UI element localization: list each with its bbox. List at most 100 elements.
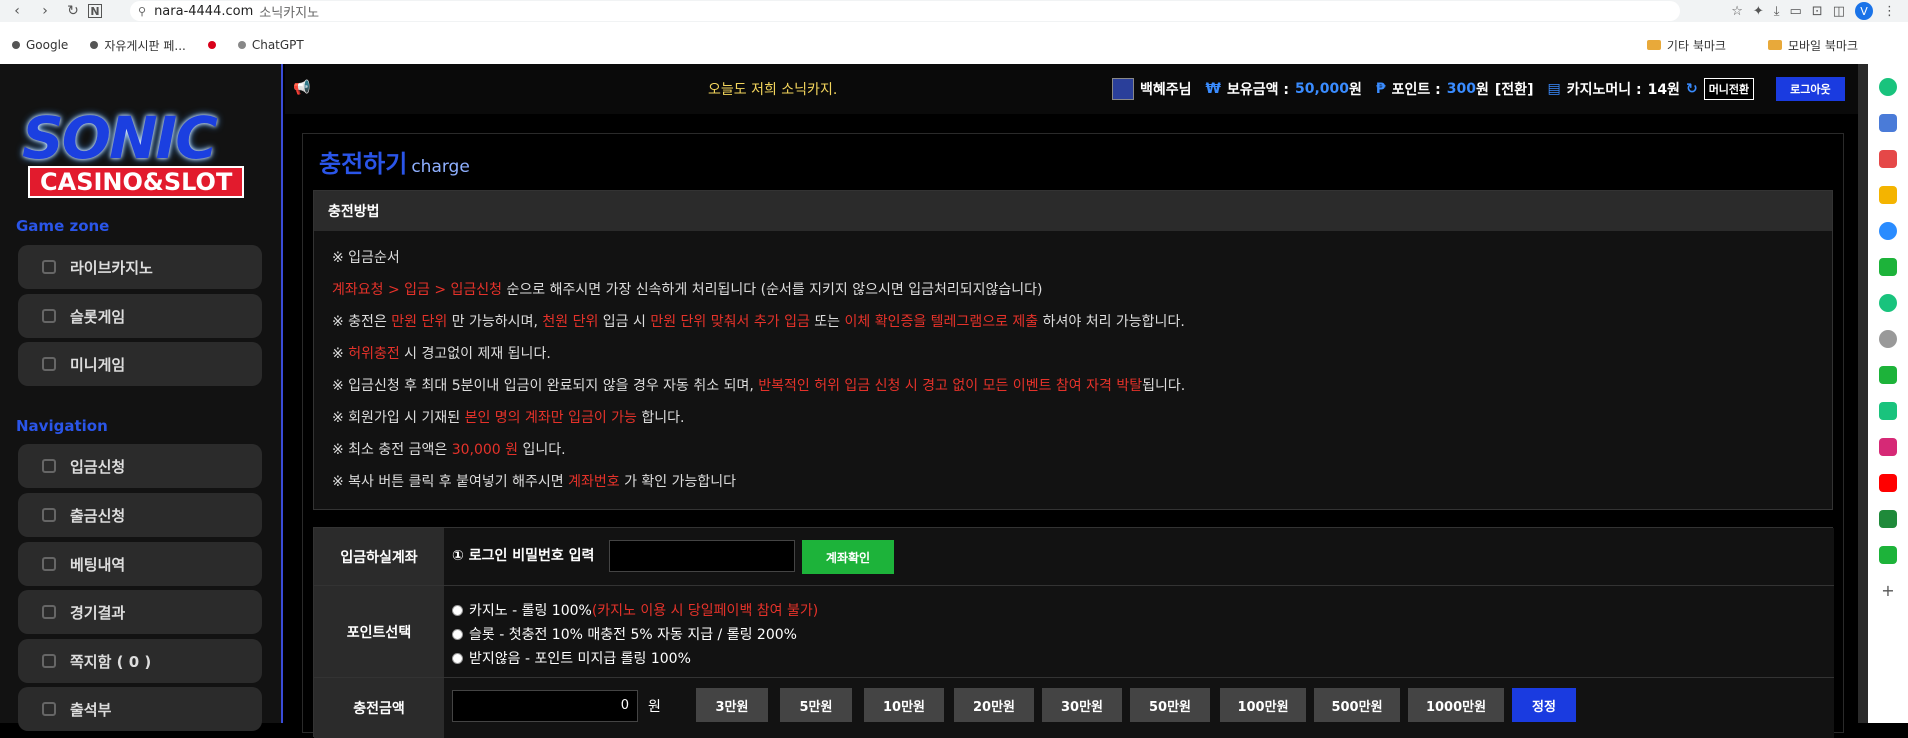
google-icon xyxy=(12,41,20,49)
sidebar-item-messages[interactable]: 쪽지함 ( 0 ) xyxy=(18,639,262,683)
password-input[interactable] xyxy=(609,540,795,572)
sidebar-item-slot[interactable]: 슬롯게임 xyxy=(18,294,262,338)
site-logo[interactable]: SONIC CASINO&SLOT xyxy=(12,104,262,214)
back-icon[interactable]: ‹ xyxy=(6,0,28,22)
extension-bag2-icon[interactable] xyxy=(1879,546,1897,564)
point-icon: ₱ xyxy=(1375,81,1386,97)
radio-button[interactable] xyxy=(452,628,463,640)
balance-label: 보유금액 : xyxy=(1226,82,1289,98)
megaphone-icon: 📢 xyxy=(293,80,311,96)
profile-avatar[interactable]: V xyxy=(1855,2,1873,20)
page-title: 충전하기 charge xyxy=(319,150,470,178)
sidebar-item-minigame[interactable]: 미니게임 xyxy=(18,342,262,386)
logout-button[interactable]: 로그아웃 xyxy=(1776,77,1845,101)
url-host: nara-4444.com xyxy=(154,3,254,19)
amount-50k-button[interactable]: 5만원 xyxy=(780,688,852,722)
extension-chart-icon[interactable] xyxy=(1879,510,1897,528)
extensions-icon[interactable]: ✦ xyxy=(1753,4,1764,19)
extension-play-circle-icon[interactable] xyxy=(1879,294,1897,312)
amount-100k-button[interactable]: 10만원 xyxy=(864,688,944,722)
point-unit: 원 xyxy=(1476,82,1489,98)
method-line: ※ 입금신청 후 최대 5분이내 입금이 완료되지 않을 경우 자동 취소 되며… xyxy=(332,378,1186,394)
page-scrollbar[interactable] xyxy=(1858,64,1868,723)
game-zone-title: Game zone xyxy=(16,217,110,235)
screenshot-icon[interactable]: ⊡ xyxy=(1812,4,1823,19)
bookmark-google[interactable]: Google xyxy=(12,38,68,52)
radio-button[interactable] xyxy=(452,652,463,664)
point-option-slot[interactable]: 슬롯 - 첫충전 10% 매충전 5% 자동 지급 / 롤링 200% xyxy=(452,624,797,644)
bookmark-freeboard[interactable]: 자유게시판 페... xyxy=(90,37,186,54)
reset-button[interactable]: 정정 xyxy=(1512,688,1576,722)
point-option-none[interactable]: 받지않음 - 포인트 미지급 롤링 100% xyxy=(452,648,691,668)
method-line: ※ 허위충전 시 경고없이 제재 됩니다. xyxy=(332,346,551,362)
extension-bot-icon[interactable] xyxy=(1879,330,1897,348)
point-convert-link[interactable]: [전환] xyxy=(1495,79,1534,99)
avatar xyxy=(1112,78,1134,100)
youtube-icon[interactable] xyxy=(1879,474,1897,492)
amount-500k-button[interactable]: 50만원 xyxy=(1130,688,1210,722)
bookmark-chatgpt[interactable]: ChatGPT xyxy=(237,38,304,52)
refresh-icon[interactable]: ↻ xyxy=(1686,81,1698,97)
folder-icon xyxy=(1767,40,1782,50)
money-convert-button[interactable]: 머니전환 xyxy=(1703,78,1755,100)
amount-1m-button[interactable]: 100만원 xyxy=(1220,688,1306,722)
bookmark-folder-mobile[interactable]: 모바일 북마크 xyxy=(1767,37,1858,54)
minigame-icon xyxy=(42,357,56,371)
trophy-icon xyxy=(42,605,56,619)
radio-button[interactable] xyxy=(452,604,463,616)
extension-star-icon[interactable] xyxy=(1879,186,1897,204)
sidebar-item-bet-history[interactable]: 베팅내역 xyxy=(18,542,262,586)
amount-30k-button[interactable]: 3만원 xyxy=(696,688,768,722)
extension-edge-icon[interactable] xyxy=(1879,222,1897,240)
casino-money-label: 카지노머니 : xyxy=(1566,82,1642,98)
sidebar-item-live-casino[interactable]: 라이브카지노 xyxy=(18,245,262,289)
point-value: 300 xyxy=(1446,81,1477,97)
deposit-form: 입금하실계좌 ① 로그인 비밀번호 입력 계좌확인 포인트선택 카지노 - 롤링… xyxy=(313,527,1834,738)
split-view-icon[interactable]: ◫ xyxy=(1833,4,1845,19)
amount-300k-button[interactable]: 30만원 xyxy=(1042,688,1122,722)
bookmark-folder-other[interactable]: 기타 북마크 xyxy=(1646,37,1726,54)
extension-n-icon[interactable]: N xyxy=(88,4,102,18)
amount-200k-button[interactable]: 20만원 xyxy=(954,688,1034,722)
main-panel: 충전하기 charge 충전방법 ※ 입금순서 계좌요청 > 입금 > 입금신청 … xyxy=(302,133,1844,738)
amount-5m-button[interactable]: 500만원 xyxy=(1314,688,1400,722)
site-info-icon[interactable]: ⚲ xyxy=(138,5,146,18)
point-label: 포인트 : xyxy=(1391,82,1441,98)
sidebar-item-results[interactable]: 경기결과 xyxy=(18,590,262,634)
bookmark-star-icon[interactable]: ☆ xyxy=(1731,4,1743,19)
extension-bag-icon[interactable] xyxy=(1879,114,1897,132)
extension-green-circle-icon[interactable] xyxy=(1879,78,1897,96)
instagram-icon[interactable] xyxy=(1879,438,1897,456)
red-dot-icon xyxy=(207,41,216,49)
reload-icon[interactable]: ↻ xyxy=(62,0,84,22)
amount-input[interactable]: 0 xyxy=(452,690,638,722)
bookmark-red[interactable] xyxy=(207,41,216,49)
notice-marquee: 오늘도 저희 소닉카지. xyxy=(708,82,838,98)
download-icon[interactable]: ⤓ xyxy=(1774,4,1780,19)
deposit-method-box: 충전방법 ※ 입금순서 계좌요청 > 입금 > 입금신청 순으로 해주시면 가장… xyxy=(313,190,1833,510)
address-bar[interactable]: ⚲ nara-4444.com 소닉카지노 xyxy=(130,1,1680,21)
browser-side-panel: + xyxy=(1868,64,1908,723)
amount-label: 충전금액 xyxy=(314,678,444,738)
sidebar-item-attendance[interactable]: 출석부 xyxy=(18,687,262,731)
casino-icon xyxy=(42,260,56,274)
logo-casino-text: CASINO&SLOT xyxy=(28,166,245,198)
cast-icon[interactable]: ▭ xyxy=(1790,4,1802,19)
extension-line-icon[interactable] xyxy=(1879,366,1897,384)
extension-play-icon[interactable] xyxy=(1879,402,1897,420)
account-check-button[interactable]: 계좌확인 xyxy=(802,540,894,574)
point-select-label: 포인트선택 xyxy=(314,586,444,677)
amount-10m-button[interactable]: 1000만원 xyxy=(1408,688,1504,722)
extension-sheet-icon[interactable] xyxy=(1879,258,1897,276)
menu-icon[interactable]: ⋮ xyxy=(1883,4,1896,19)
sidebar-item-deposit[interactable]: 입금신청 xyxy=(18,444,262,488)
forward-icon[interactable]: › xyxy=(34,0,56,22)
sidebar-item-withdraw[interactable]: 출금신청 xyxy=(18,493,262,537)
point-option-casino[interactable]: 카지노 - 롤링 100% (카지노 이용 시 당일페이백 참여 불가) xyxy=(452,600,818,620)
add-icon[interactable]: + xyxy=(1879,582,1897,600)
extension-pocket-icon[interactable] xyxy=(1879,150,1897,168)
balance-unit: 원 xyxy=(1349,82,1362,98)
wallet-icon xyxy=(42,508,56,522)
amount-unit: 원 xyxy=(648,699,661,715)
browser-toolbar: ‹ › ↻ N ⚲ nara-4444.com 소닉카지노 ☆ ✦ ⤓ ▭ ⊡ … xyxy=(0,0,1908,22)
